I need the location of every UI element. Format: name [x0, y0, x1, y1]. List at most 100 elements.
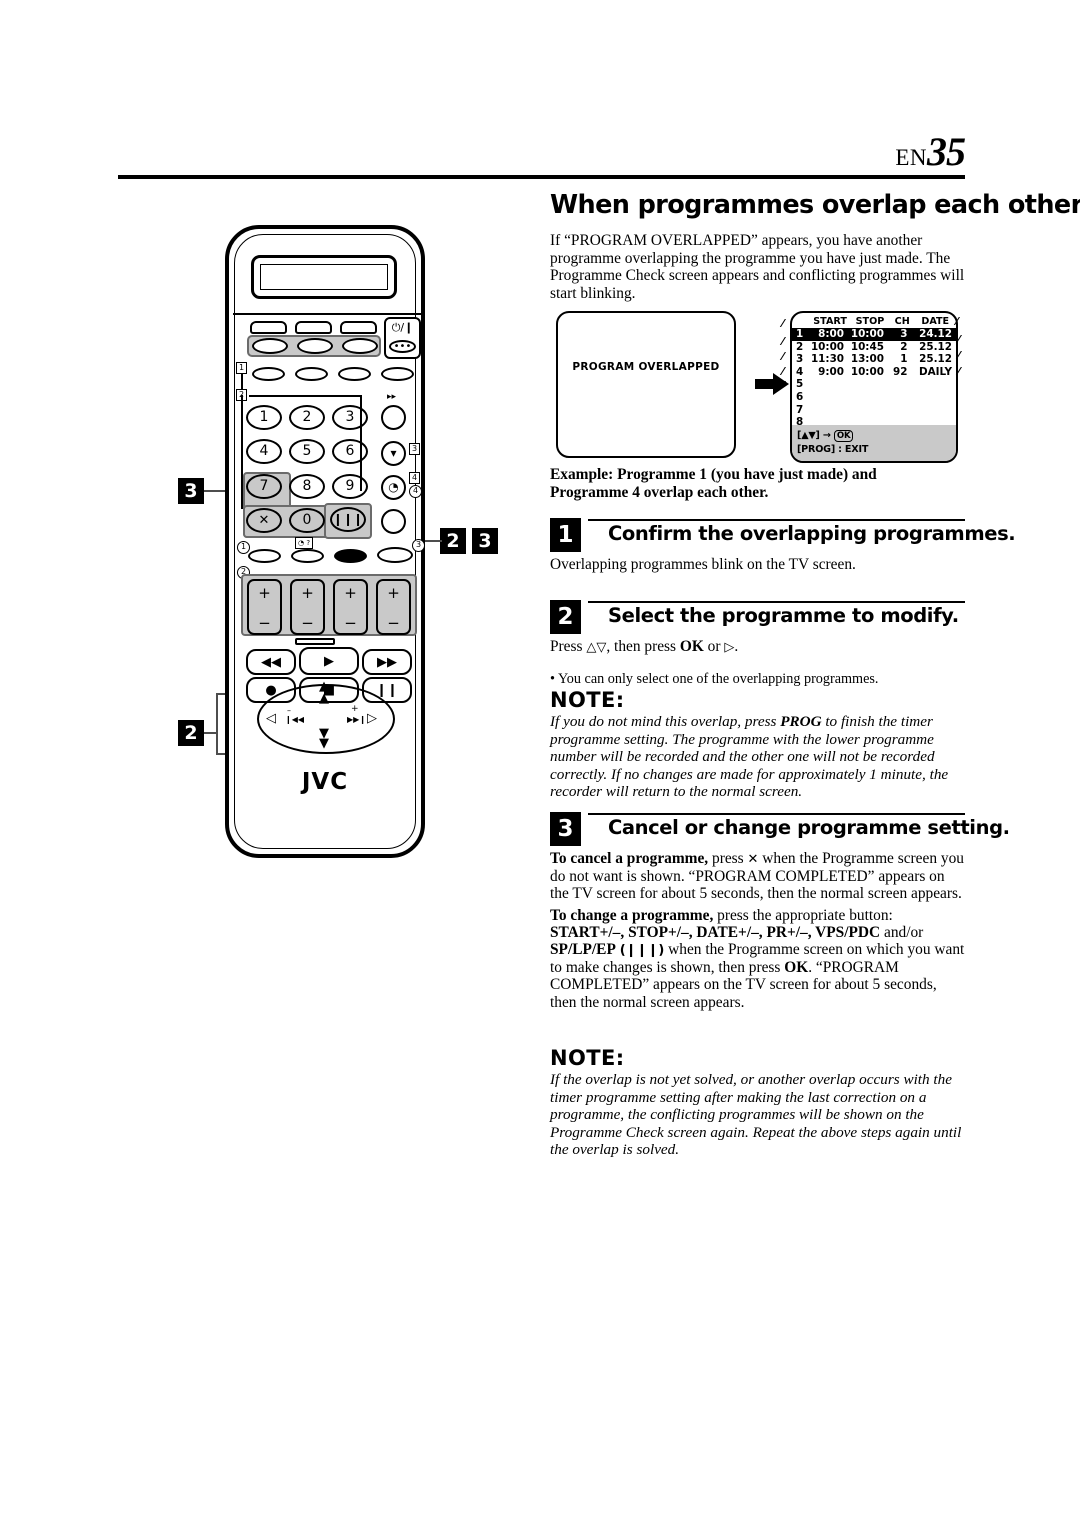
numeric-key-7[interactable]: 7: [246, 474, 282, 499]
rewind-button[interactable]: ◀◀: [246, 649, 296, 675]
numeric-key-6[interactable]: 6: [332, 439, 368, 464]
table-row[interactable]: 3 11:30 13:00 1 25.12: [792, 353, 956, 366]
tape-speed-key[interactable]: ❙❙❙: [330, 507, 366, 532]
col-start: START: [813, 316, 847, 327]
numeric-key-4[interactable]: 4: [246, 439, 282, 464]
numeric-key-2[interactable]: 2: [289, 405, 325, 430]
table-row[interactable]: 7: [792, 404, 956, 417]
press-label: Press: [550, 638, 587, 655]
col-ch: CH: [894, 316, 910, 327]
dpad-plus-icon: +: [351, 704, 359, 714]
numeric-key-1[interactable]: 1: [246, 405, 282, 430]
row-stop: [850, 378, 890, 391]
slot-button[interactable]: [295, 638, 335, 645]
cancel-key[interactable]: ✕: [246, 508, 282, 533]
period: .: [734, 638, 739, 655]
change-button-list: START+/–, STOP+/–, DATE+/–, PR+/–, VPS/P…: [550, 923, 881, 941]
plus-icon: +: [344, 584, 357, 602]
table-row[interactable]: 6: [792, 391, 956, 404]
table-row[interactable]: 1 8:00 10:00 3 24.12: [792, 328, 956, 341]
lower-oval-3-active[interactable]: [334, 549, 367, 563]
numeric-key-3[interactable]: 3: [332, 405, 368, 430]
step-2-body: Press △▽, then press OK or ▷. • You can …: [550, 638, 965, 688]
plus-icon: +: [387, 584, 400, 602]
row-index: 2: [796, 340, 804, 353]
timer-key[interactable]: ◔: [381, 475, 406, 500]
top-oval-button-3[interactable]: [342, 338, 378, 354]
row-stop: [850, 391, 890, 404]
step-1-number: 1: [550, 518, 581, 552]
change-programme-label: To change a programme,: [550, 906, 714, 924]
row-date: [915, 391, 956, 404]
cap-button-1[interactable]: [250, 321, 287, 334]
row-start: [810, 378, 850, 391]
step-marker-2-right: 2: [440, 528, 466, 554]
power-dots-icon[interactable]: •••: [389, 340, 416, 353]
dpad-minus-icon: –: [287, 706, 291, 715]
dpad-down-outline-icon[interactable]: ▼: [319, 736, 329, 751]
side-round-key-4[interactable]: [381, 509, 406, 534]
table-row[interactable]: 2 10:00 10:45 2 25.12: [792, 341, 956, 354]
dpad-up-icon[interactable]: ▲: [319, 691, 329, 706]
lower-oval-2[interactable]: [291, 549, 324, 563]
fast-forward-button[interactable]: ▶▶: [362, 649, 412, 675]
tape-speed-icon: (❙❙❙): [619, 943, 665, 959]
start-plusminus-button[interactable]: + −: [247, 579, 282, 635]
row-date: 25.12: [919, 340, 952, 353]
ok-key-icon: OK: [833, 430, 854, 442]
dpad-control[interactable]: ▲ ▲ ◁ ▷ ▼ ▼ – ❙◀◀ + ▶▶❙: [257, 679, 395, 754]
numeric-key-5[interactable]: 5: [289, 439, 325, 464]
page-number: EN35: [895, 128, 966, 175]
cancel-text-1: press: [708, 850, 748, 867]
func-button-3[interactable]: [338, 367, 371, 381]
row-start: 11:30: [810, 353, 845, 366]
table-row[interactable]: 5: [792, 378, 956, 391]
screen-footer-hints: [▲▼] → OK [PROG] : EXIT: [792, 425, 956, 461]
remote-body: ⏻/❙ ••• 1 2 1 2 3 4 5 6 7 8 9 0 ✕ ❙❙❙ ▸▸: [225, 225, 425, 858]
step-1-title: Confirm the overlapping programmes.: [608, 522, 1016, 545]
play-button[interactable]: ▶: [299, 647, 359, 675]
note-1-prog-key: PROG: [780, 713, 822, 730]
or-label: or: [703, 638, 725, 655]
row-stop: 10:00: [850, 365, 884, 378]
vps-key[interactable]: ▾: [381, 441, 406, 466]
date-plusminus-button[interactable]: + −: [333, 579, 368, 635]
display-inner: [260, 264, 388, 290]
dpad-right-icon[interactable]: ▷: [367, 711, 377, 726]
blink-tick-icon: ⁄: [956, 315, 958, 328]
top-oval-button-2[interactable]: [297, 338, 333, 354]
step-1-head: 1 Confirm the overlapping programmes.: [550, 518, 1016, 552]
func-button-1[interactable]: [252, 367, 285, 381]
example-line-1: Example: Programme 1 (you have just made…: [550, 466, 877, 483]
note-1-title: NOTE:: [550, 688, 625, 712]
func-button-4[interactable]: [381, 367, 414, 381]
numeric-key-0[interactable]: 0: [289, 508, 325, 533]
row-index: 5: [796, 378, 804, 391]
numeric-key-9[interactable]: 9: [332, 474, 368, 499]
side-round-key-1[interactable]: [381, 405, 406, 430]
table-row[interactable]: 4 9:00 10:00 92 DAILY: [792, 366, 956, 379]
dpad-left-icon[interactable]: ◁: [266, 711, 276, 726]
row-start: 9:00: [818, 365, 845, 378]
power-icon: ⏻/❙: [391, 321, 414, 334]
row-index: 6: [796, 390, 804, 403]
callout-2-leader: [249, 395, 361, 397]
lower-oval-1[interactable]: [248, 549, 281, 563]
stop-plusminus-button[interactable]: + −: [290, 579, 325, 635]
top-oval-button-1[interactable]: [252, 338, 288, 354]
prog-button[interactable]: [377, 547, 413, 563]
leader-line: [216, 693, 218, 755]
row-date: [915, 378, 956, 391]
cap-button-3[interactable]: [340, 321, 377, 334]
numeric-key-8[interactable]: 8: [289, 474, 325, 499]
pr-plusminus-button[interactable]: + −: [376, 579, 411, 635]
page-header: EN35: [118, 128, 966, 184]
then-press-label: , then press: [606, 638, 680, 655]
row-ch: [890, 378, 915, 391]
step-marker-3-left: 3: [178, 478, 204, 504]
step-3: 3 Cancel or change programme setting. To…: [550, 812, 1010, 1015]
step-2-bullet: • You can only select one of the overlap…: [550, 670, 879, 687]
cap-button-2[interactable]: [295, 321, 332, 334]
func-button-2[interactable]: [295, 367, 328, 381]
remote-divider: [233, 313, 425, 315]
